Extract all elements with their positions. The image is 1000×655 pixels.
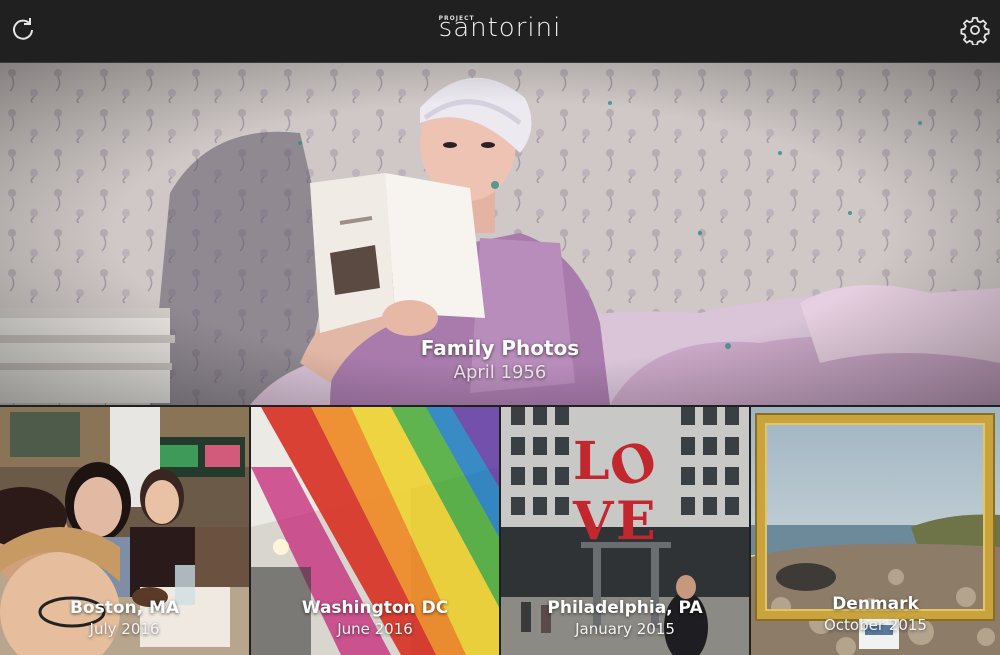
album-caption: Family Photos April 1956 (0, 335, 1000, 385)
refresh-button[interactable] (8, 15, 38, 45)
album-date: October 2015 (824, 616, 927, 634)
album-tile-philadelphia[interactable]: L O V E Philadelphia, PA January 2015 (501, 407, 749, 655)
gear-icon (960, 17, 990, 47)
app-logo: PROJECT santorini (439, 10, 562, 46)
brand-prefix: PROJECT (438, 15, 475, 22)
album-caption: Philadelphia, PA January 2015 (501, 597, 749, 639)
album-caption: Denmark October 2015 (751, 593, 1000, 635)
album-tile-boston[interactable]: Boston, MA July 2016 (0, 407, 249, 655)
album-caption: Washington DC June 2016 (251, 597, 499, 639)
refresh-icon (13, 18, 33, 40)
album-tile-washington-dc[interactable]: Washington DC June 2016 (251, 407, 499, 655)
album-title: Washington DC (301, 598, 449, 618)
love-letters-top: L (573, 431, 610, 492)
app-header: PROJECT santorini (0, 0, 1000, 63)
album-title: Boston, MA (69, 598, 180, 618)
album-date: January 2015 (575, 620, 675, 638)
app-window: PROJECT santorini Family Photos April 19… (0, 0, 1000, 655)
album-date: April 1956 (453, 362, 547, 383)
album-date: July 2016 (89, 620, 160, 638)
album-tile-denmark[interactable]: Denmark October 2015 (751, 407, 1000, 655)
album-date: June 2016 (337, 620, 413, 638)
album-caption: Boston, MA July 2016 (0, 597, 249, 639)
settings-button[interactable] (960, 15, 990, 47)
album-title: Philadelphia, PA (547, 598, 703, 618)
album-title: Family Photos (420, 336, 580, 360)
album-tile-family-photos[interactable]: Family Photos April 1956 (0, 63, 1000, 405)
album-title: Denmark (832, 594, 919, 614)
